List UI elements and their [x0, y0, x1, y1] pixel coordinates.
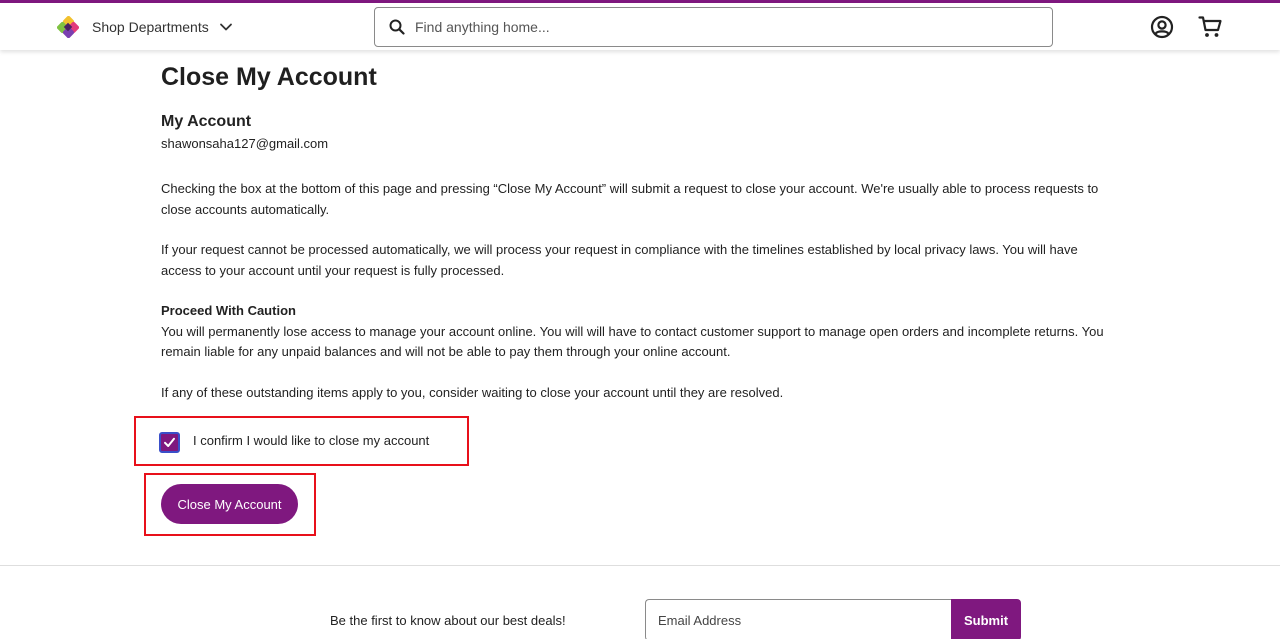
confirm-checkbox[interactable]: [159, 432, 180, 453]
search-icon: [389, 19, 405, 35]
my-account-heading: My Account: [161, 113, 252, 130]
logo-icon[interactable]: [56, 15, 80, 39]
search-bar[interactable]: [374, 7, 1053, 47]
shop-departments-label: Shop Departments: [92, 19, 209, 35]
newsletter-text: Be the first to know about our best deal…: [330, 613, 566, 628]
caution-text: You will permanently lose access to mana…: [161, 323, 1104, 360]
cart-icon[interactable]: [1198, 15, 1223, 39]
info-paragraph-2: If your request cannot be processed auto…: [161, 242, 1078, 278]
shop-departments-button[interactable]: Shop Departments: [92, 16, 233, 38]
close-account-section: Close My Account My Account shawonsaha12…: [161, 60, 1121, 403]
page-title: Close My Account: [161, 63, 377, 91]
close-account-button[interactable]: Close My Account: [161, 484, 298, 524]
info-paragraph-4: If any of these outstanding items apply …: [161, 384, 784, 400]
search-input[interactable]: [415, 19, 1015, 35]
account-email: shawonsaha127@gmail.com: [161, 136, 329, 151]
checkmark-icon: [164, 437, 175, 447]
info-paragraph-1: Checking the box at the bottom of this p…: [161, 181, 1099, 217]
caution-heading: Proceed With Caution: [161, 303, 296, 318]
account-icon[interactable]: [1150, 15, 1174, 39]
chevron-down-icon: [219, 20, 233, 34]
site-header: Shop Departments: [0, 3, 1280, 50]
newsletter-submit-button[interactable]: Submit: [951, 599, 1021, 639]
newsletter-email-input[interactable]: [645, 599, 952, 639]
footer-divider: [0, 565, 1280, 566]
confirm-label[interactable]: I confirm I would like to close my accou…: [193, 431, 429, 451]
